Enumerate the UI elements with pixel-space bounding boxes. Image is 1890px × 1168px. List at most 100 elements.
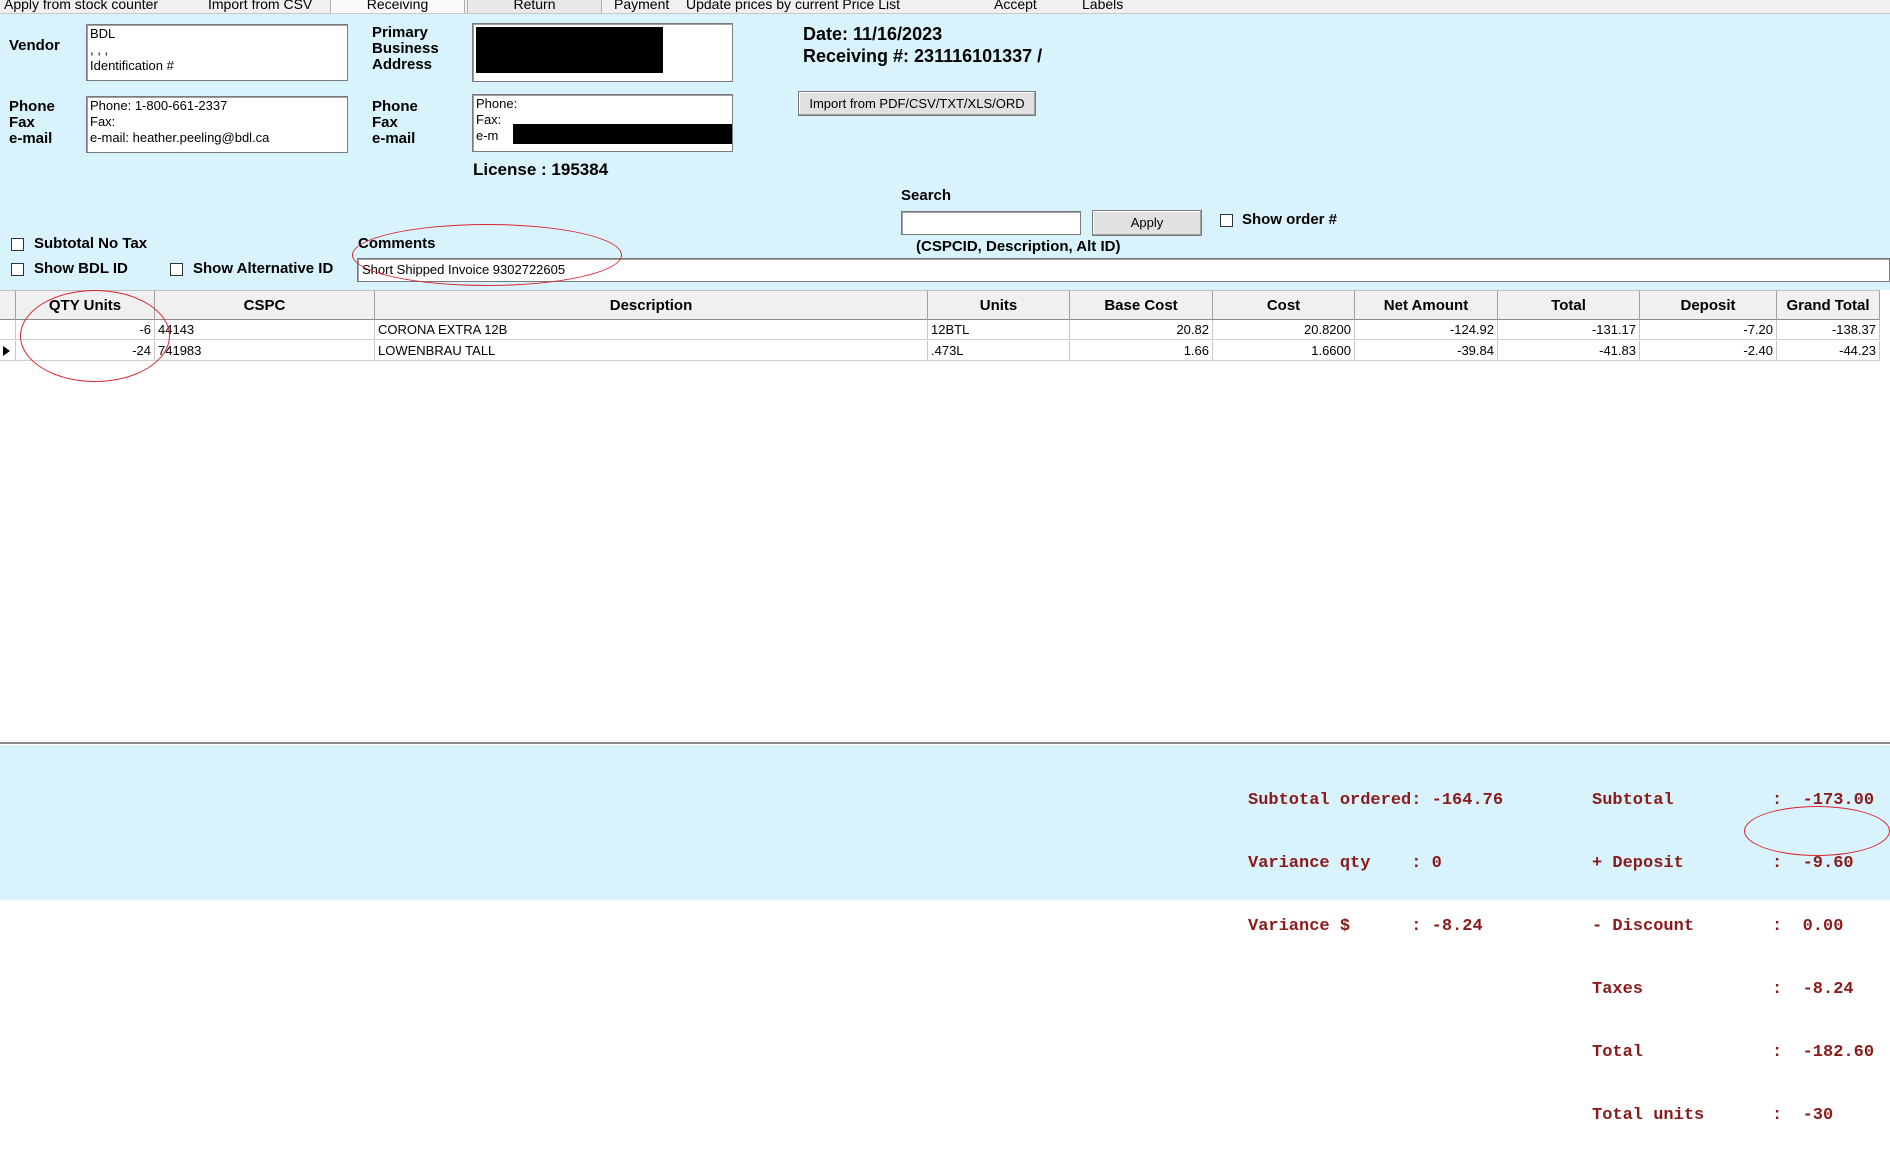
cell-base-cost[interactable]: 1.66: [1070, 341, 1213, 361]
vendor-contact-labels: Phone Fax e-mail: [9, 99, 55, 147]
cell-net-amount[interactable]: -39.84: [1355, 341, 1498, 361]
labels-button[interactable]: Labels: [1082, 0, 1123, 13]
totals-labels: Subtotal + Deposit - Discount Taxes Tota…: [1592, 748, 1772, 1168]
receiving-date: Date: 11/16/2023: [803, 24, 943, 44]
primary-email-label: e-mail: [372, 130, 416, 147]
total-label-subtotal: Subtotal: [1592, 791, 1674, 810]
vendor-name: BDL: [90, 26, 116, 41]
tab-payment[interactable]: Payment: [614, 0, 669, 13]
vendor-address-line: , , ,: [90, 42, 109, 57]
total-label-units: Total units: [1592, 1106, 1705, 1125]
phone-label: Phone: [9, 98, 55, 115]
cell-units[interactable]: 12BTL: [928, 320, 1070, 340]
fax-label: Fax: [9, 114, 35, 131]
receiving-header-panel: Vendor BDL , , , Identification # Phone …: [0, 14, 1890, 290]
totals-values: : -173.00 : -9.60 : 0.00 : -8.24 : -182.…: [1772, 748, 1890, 1168]
row-pointer-icon: [3, 346, 10, 356]
tab-return[interactable]: Return: [467, 0, 602, 13]
cell-qty[interactable]: -24: [16, 341, 155, 361]
primary-address-box[interactable]: [472, 23, 733, 82]
summary-variance-qty: Variance qty : 0: [1248, 854, 1442, 873]
cell-units[interactable]: .473L: [928, 341, 1070, 361]
cell-cspc[interactable]: 44143: [155, 320, 375, 340]
cell-deposit[interactable]: -7.20: [1640, 320, 1777, 340]
column-header-qty-units[interactable]: QTY Units: [16, 291, 155, 321]
total-value-units: : -30: [1772, 1106, 1834, 1125]
cell-grand-total[interactable]: -44.23: [1777, 341, 1880, 361]
show-order-checkbox[interactable]: [1220, 214, 1233, 227]
column-header-grand-total[interactable]: Grand Total: [1777, 291, 1880, 321]
column-header-base-cost[interactable]: Base Cost: [1070, 291, 1213, 321]
subtotal-no-tax-checkbox[interactable]: [11, 238, 24, 251]
top-toolbar: Apply from stock counter Import from CSV…: [0, 0, 1890, 14]
total-label-total: Total: [1592, 1043, 1644, 1062]
column-header-cost[interactable]: Cost: [1213, 291, 1355, 321]
total-value-subtotal: : -173.00: [1772, 791, 1875, 810]
search-hint: (CSPCID, Description, Alt ID): [916, 238, 1121, 255]
show-alternative-id-checkbox[interactable]: [170, 263, 183, 276]
import-from-csv-menu[interactable]: Import from CSV: [208, 0, 312, 13]
show-bdl-id-checkbox[interactable]: [11, 263, 24, 276]
column-header-net-amount[interactable]: Net Amount: [1355, 291, 1498, 321]
total-value-total: : -182.60: [1772, 1043, 1875, 1062]
total-value-deposit: : -9.60: [1772, 854, 1854, 873]
cell-net-amount[interactable]: -124.92: [1355, 320, 1498, 340]
primary-contact-labels: Phone Fax e-mail: [372, 99, 418, 147]
grid-header: QTY Units CSPC Description Units Base Co…: [0, 290, 1880, 321]
total-label-taxes: Taxes: [1592, 980, 1644, 999]
column-header-cspc[interactable]: CSPC: [155, 291, 375, 321]
cell-cost[interactable]: 20.8200: [1213, 320, 1355, 340]
cell-cost[interactable]: 1.6600: [1213, 341, 1355, 361]
vendor-fax: Fax:: [90, 114, 116, 129]
address-label-line: Address: [372, 56, 433, 73]
cell-grand-total[interactable]: -138.37: [1777, 320, 1880, 340]
receiving-number: Receiving #: 231116101337 /: [803, 46, 1043, 66]
cell-total[interactable]: -41.83: [1498, 341, 1640, 361]
column-header-units[interactable]: Units: [928, 291, 1070, 321]
current-row-indicator: [0, 341, 16, 361]
primary-phone-label: Phone: [372, 98, 418, 115]
accept-button[interactable]: Accept: [994, 0, 1037, 13]
comments-input[interactable]: Short Shipped Invoice 9302722605: [357, 258, 1890, 282]
items-grid[interactable]: QTY Units CSPC Description Units Base Co…: [0, 290, 1890, 742]
table-row[interactable]: -6 44143 CORONA EXTRA 12B 12BTL 20.82 20…: [0, 320, 1880, 340]
cell-total[interactable]: -131.17: [1498, 320, 1640, 340]
show-alternative-id-label: Show Alternative ID: [193, 260, 334, 277]
column-header-deposit[interactable]: Deposit: [1640, 291, 1777, 321]
tab-receiving[interactable]: Receiving: [330, 0, 465, 13]
cell-cspc[interactable]: 741983: [155, 341, 375, 361]
show-bdl-id-label: Show BDL ID: [34, 260, 128, 277]
email-label: e-mail: [9, 130, 53, 147]
search-input[interactable]: [901, 211, 1081, 235]
vendor-contact-box[interactable]: Phone: 1-800-661-2337 Fax: e-mail: heath…: [86, 96, 348, 153]
show-order-label: Show order #: [1242, 211, 1338, 228]
apply-search-button[interactable]: Apply: [1092, 210, 1202, 236]
column-header-total[interactable]: Total: [1498, 291, 1640, 321]
import-from-file-button[interactable]: Import from PDF/CSV/TXT/XLS/ORD: [798, 91, 1036, 116]
primary-business-address-label: Primary Business Address: [372, 25, 439, 73]
redaction-block: [476, 27, 663, 73]
table-row[interactable]: -24 741983 LOWENBRAU TALL .473L 1.66 1.6…: [0, 341, 1880, 361]
comments-value: Short Shipped Invoice 9302722605: [362, 262, 566, 277]
vendor-email: e-mail: heather.peeling@bdl.ca: [90, 130, 270, 145]
total-label-deposit: + Deposit: [1592, 854, 1684, 873]
vendor-info-box[interactable]: BDL , , , Identification #: [86, 24, 348, 81]
primary-fax-label: Fax: [372, 114, 398, 131]
update-prices-button[interactable]: Update prices by current Price List: [686, 0, 900, 13]
vendor-label: Vendor: [9, 37, 60, 54]
total-value-discount: : 0.00: [1772, 917, 1844, 936]
primary-phone: Phone:: [476, 96, 518, 111]
column-header-description[interactable]: Description: [375, 291, 928, 321]
row-indicator: [0, 320, 16, 340]
cell-description[interactable]: LOWENBRAU TALL: [375, 341, 928, 361]
cell-deposit[interactable]: -2.40: [1640, 341, 1777, 361]
apply-from-stock-counter-menu[interactable]: Apply from stock counter: [4, 0, 158, 13]
cell-description[interactable]: CORONA EXTRA 12B: [375, 320, 928, 340]
row-indicator-header: [0, 291, 16, 321]
cell-qty[interactable]: -6: [16, 320, 155, 340]
total-value-taxes: : -8.24: [1772, 980, 1854, 999]
license-number: License : 195384: [473, 160, 609, 179]
summary-subtotal-ordered: Subtotal ordered: -164.76: [1248, 791, 1504, 810]
cell-base-cost[interactable]: 20.82: [1070, 320, 1213, 340]
primary-contact-box[interactable]: Phone: Fax: e-m: [472, 94, 733, 152]
